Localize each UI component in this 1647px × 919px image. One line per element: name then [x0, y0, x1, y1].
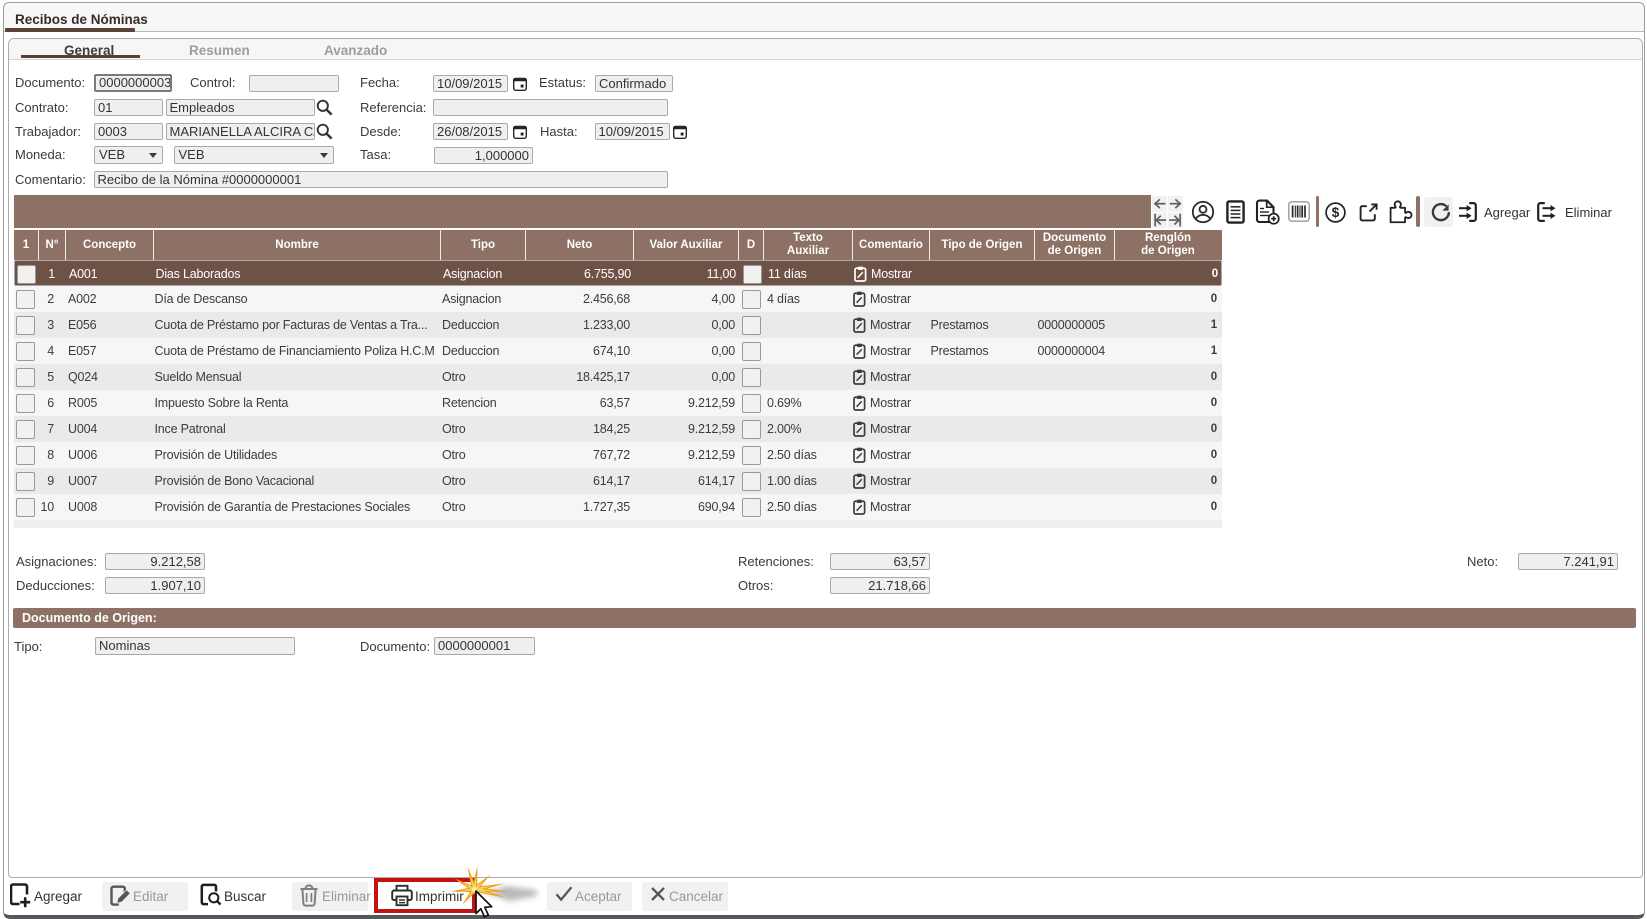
svg-text:$: $	[1332, 205, 1340, 220]
